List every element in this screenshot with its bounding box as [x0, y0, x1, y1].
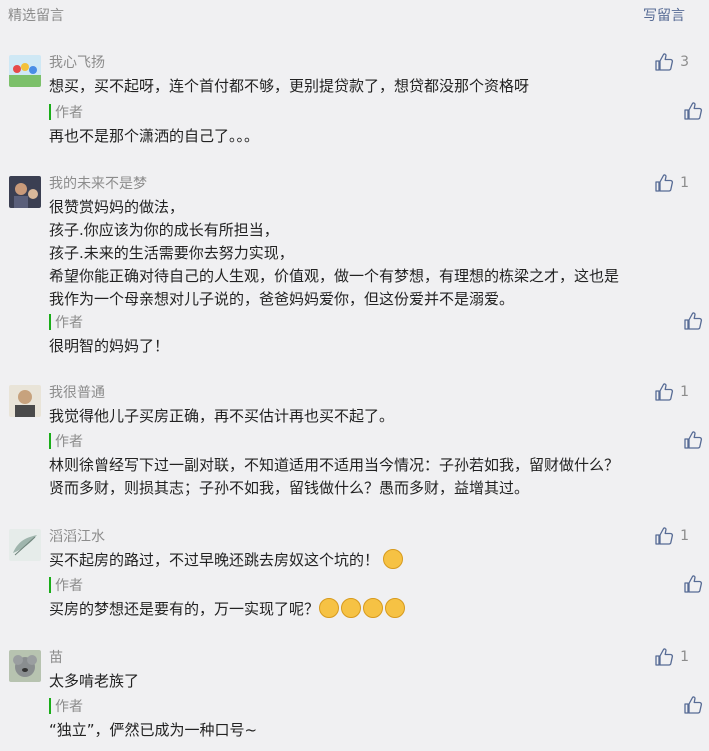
thumb-up-icon: [654, 382, 674, 402]
author-bar: [49, 314, 51, 330]
comment-text: 想买，买不起呀，连个首付都不够，更别提贷款了，想贷都没那个资格呀: [49, 77, 530, 95]
author-bar: [49, 577, 51, 593]
like-count: 3: [680, 54, 689, 70]
comment-text: 太多啃老族了: [49, 672, 140, 690]
like-count: 1: [680, 175, 689, 191]
like-button[interactable]: 1: [654, 526, 689, 546]
thumb-up-icon: [654, 52, 674, 72]
avatar[interactable]: [9, 650, 41, 682]
reply-text: “独立”，俨然已成为一种口号~: [49, 721, 258, 739]
comment-text: 很赞赏妈妈的做法， 孩子.你应该为你的成长有所担当， 孩子.未来的生活需要你去努…: [49, 198, 620, 308]
author-label: 作者: [55, 434, 83, 450]
author-label: 作者: [55, 699, 83, 715]
avatar[interactable]: [9, 385, 41, 417]
like-button[interactable]: 1: [654, 173, 689, 193]
like-count: 1: [680, 649, 689, 665]
section-title: 精选留言: [8, 8, 64, 24]
author-bar: [49, 104, 51, 120]
author-label: 作者: [55, 315, 83, 331]
reply-text-content: 买房的梦想还是要有的，万一实现了呢？: [49, 600, 320, 618]
comment-text: 我觉得他儿子买房正确，再不买估计再也买不起了。: [49, 407, 395, 425]
comment-text: 买不起房的路过，不过早晚还跳去房奴这个坑的！: [49, 549, 689, 572]
thumb-up-icon: [654, 173, 674, 193]
comment-nickname: 滔滔江水: [49, 529, 105, 545]
avatar[interactable]: [9, 55, 41, 87]
comment-nickname: 我的未来不是梦: [49, 176, 147, 192]
comment-nickname: 苗: [49, 650, 63, 666]
avatar[interactable]: [9, 529, 41, 561]
thumb-up-icon[interactable]: [683, 574, 703, 594]
like-button[interactable]: 3: [654, 52, 689, 72]
thumb-up-icon: [654, 647, 674, 667]
smiley-emoji-icon: [363, 598, 384, 618]
write-comment-link[interactable]: 写留言: [643, 5, 685, 25]
like-count: 1: [680, 528, 689, 544]
like-button[interactable]: 1: [654, 647, 689, 667]
author-bar: [49, 433, 51, 449]
thumb-up-icon: [654, 526, 674, 546]
comment-nickname: 我心飞扬: [49, 55, 105, 71]
thumb-up-icon[interactable]: [683, 311, 703, 331]
crying-emoji-icon: [383, 549, 404, 569]
comment-text-content: 买不起房的路过，不过早晚还跳去房奴这个坑的！: [49, 551, 380, 569]
like-button[interactable]: 1: [654, 382, 689, 402]
smiley-emoji-icon: [385, 598, 406, 618]
comment-nickname: 我很普通: [49, 385, 105, 401]
smiley-emoji-icon: [341, 598, 362, 618]
reply-text: 买房的梦想还是要有的，万一实现了呢？: [49, 598, 689, 621]
thumb-up-icon[interactable]: [683, 101, 703, 121]
thumb-up-icon[interactable]: [683, 430, 703, 450]
author-bar: [49, 698, 51, 714]
reply-text: 很明智的妈妈了！: [49, 337, 170, 355]
author-label: 作者: [55, 578, 83, 594]
smiley-emoji-icon: [319, 598, 340, 618]
reply-text: 再也不是那个潇洒的自己了。。。: [49, 127, 260, 145]
avatar[interactable]: [9, 176, 41, 208]
header: 精选留言 写留言: [0, 0, 709, 30]
author-label: 作者: [55, 105, 83, 121]
thumb-up-icon[interactable]: [683, 695, 703, 715]
like-count: 1: [680, 384, 689, 400]
reply-text: 林则徐曾经写下过一副对联，不知道适用不适用当今情况：子孙若如我，留财做什么？ 贤…: [49, 456, 620, 497]
